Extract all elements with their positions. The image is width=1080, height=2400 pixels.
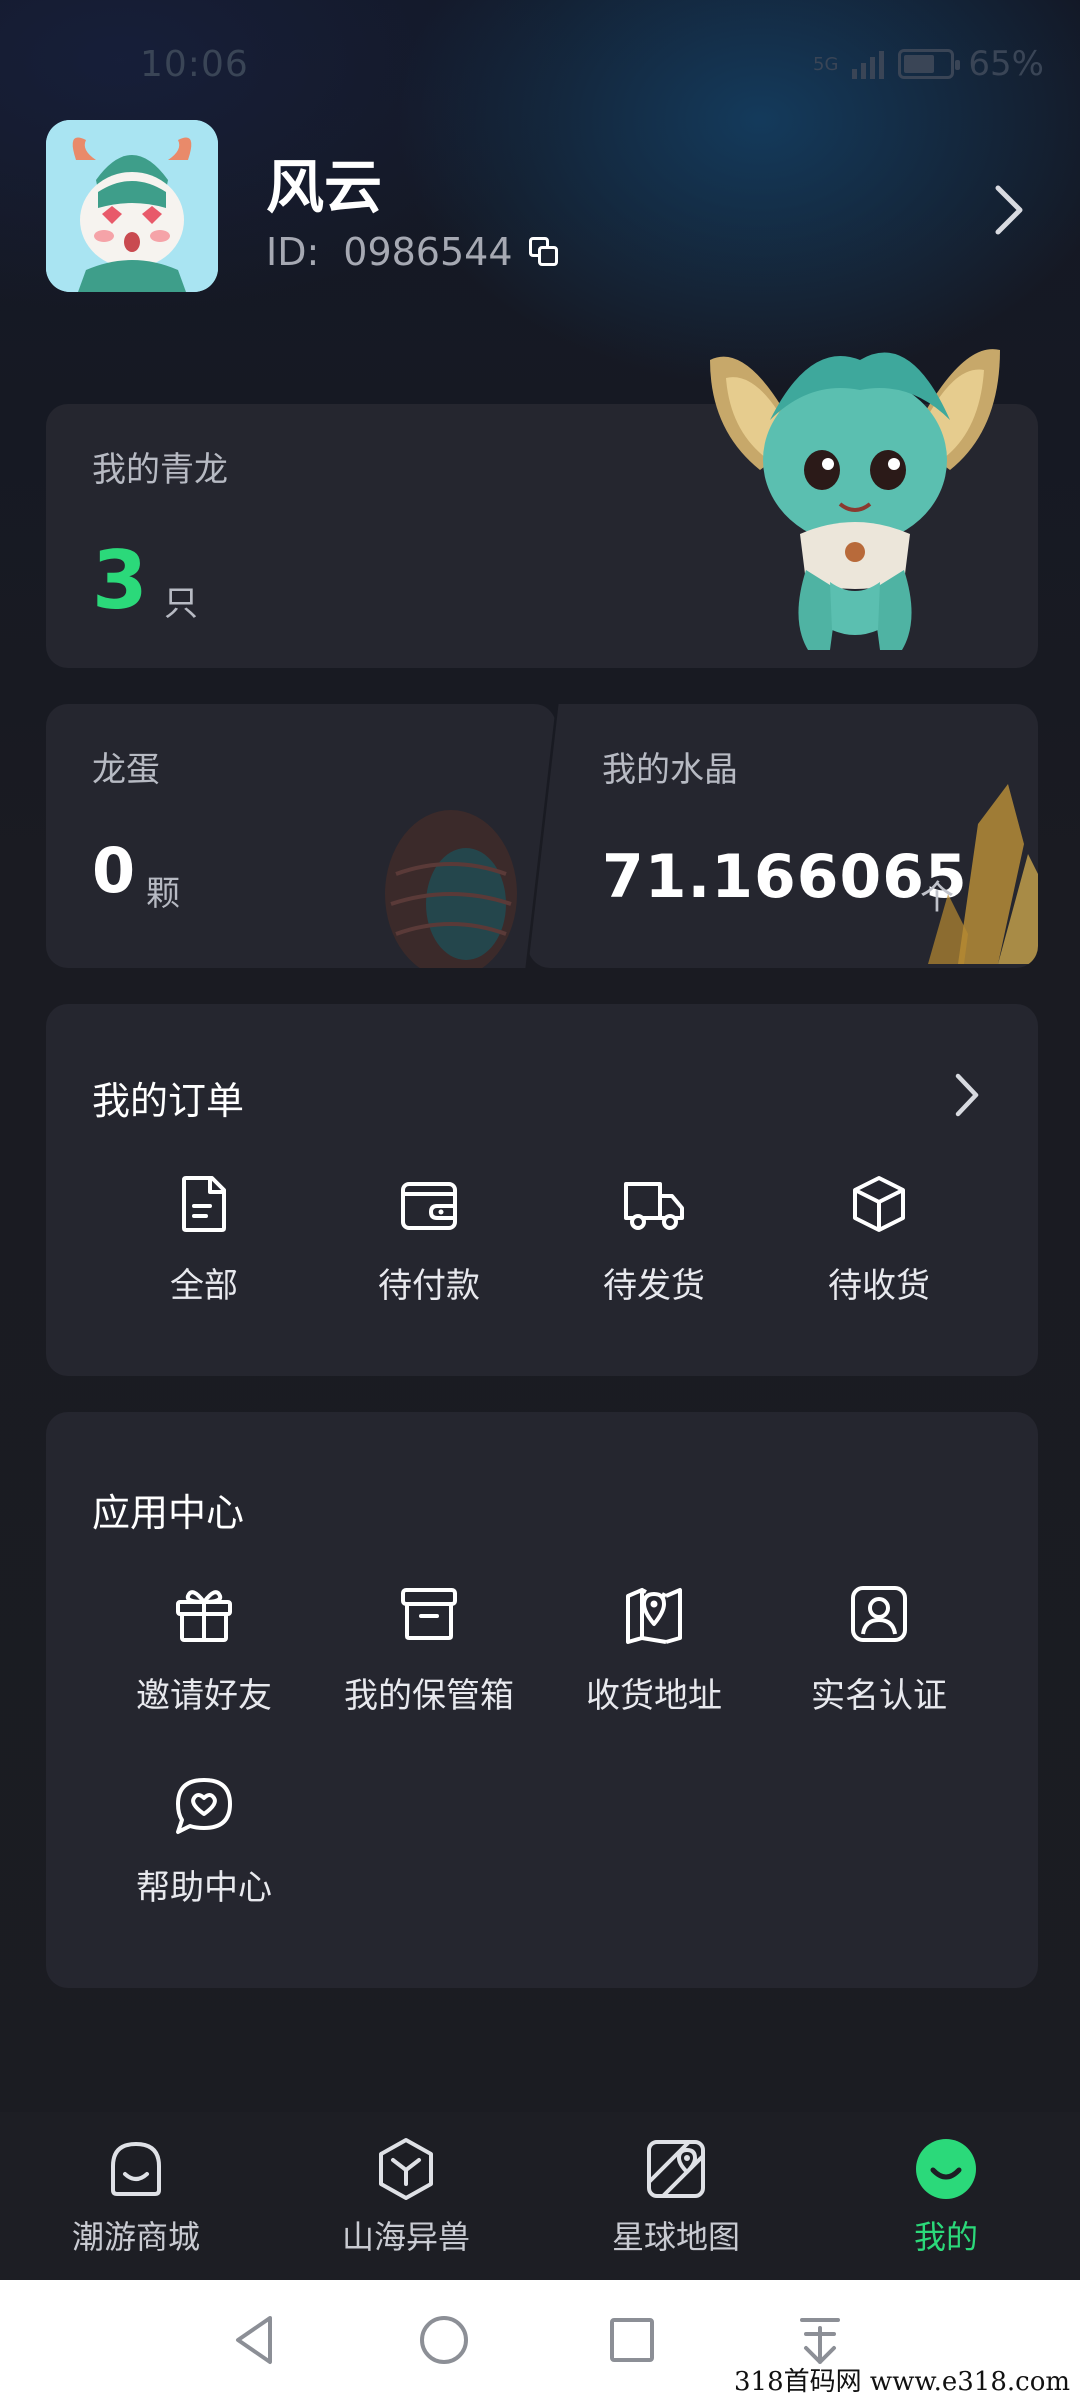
nav-beasts-label: 山海异兽 <box>341 2218 470 2256</box>
app-safe-box-label: 我的保管箱 <box>344 1676 514 1716</box>
nav-shop-label: 潮游商城 <box>71 2218 200 2256</box>
app-shipping-address[interactable]: 收货地址 <box>544 1582 764 1717</box>
watermark: 318首码网 www.e318.com <box>734 2367 1070 2397</box>
document-icon <box>182 1176 226 1232</box>
shop-bag-icon <box>111 2142 161 2196</box>
dragon-mascot-icon <box>710 349 1000 650</box>
app-invite-friends[interactable]: 邀请好友 <box>94 1582 314 1717</box>
user-id-value: 0986544 <box>343 230 513 274</box>
app-help-center[interactable]: 帮助中心 <box>94 1774 314 1909</box>
egg-count: 0 <box>92 834 136 907</box>
app-real-name-verification[interactable]: 实名认证 <box>769 1582 989 1717</box>
crystal-label: 我的水晶 <box>602 750 738 790</box>
dragon-avatar-icon <box>46 120 218 292</box>
egg-unit: 颗 <box>146 874 180 914</box>
gift-icon <box>176 1590 232 1642</box>
qinglong-unit: 只 <box>164 584 198 624</box>
box-icon <box>853 1176 905 1232</box>
app-center-title: 应用中心 <box>92 1491 245 1535</box>
egg-label: 龙蛋 <box>92 750 160 790</box>
username: 风云 <box>266 153 383 221</box>
back-icon[interactable] <box>224 2308 288 2372</box>
network-label: 5G <box>813 53 839 75</box>
chevron-right-icon[interactable] <box>990 180 1030 240</box>
signal-icon <box>852 49 885 79</box>
battery-percent: 65% <box>968 44 1044 84</box>
recents-icon[interactable] <box>600 2308 664 2372</box>
archive-icon <box>401 1588 457 1640</box>
order-pending-shipment-label: 待发货 <box>603 1266 705 1306</box>
crystal-card[interactable]: 我的水晶 71.166065 个 <box>528 704 1038 968</box>
nav-planet-map[interactable]: 星球地图 <box>556 2136 796 2258</box>
order-pending-receipt-label: 待收货 <box>828 1266 930 1306</box>
crystal-value: 71.166065 <box>602 842 968 912</box>
app-help-center-label: 帮助中心 <box>136 1868 272 1908</box>
chat-heart-icon <box>176 1778 232 1834</box>
cube-icon <box>379 2138 433 2200</box>
orders-card: 我的订单 全部 待付款 待发货 待收货 <box>46 1004 1038 1376</box>
wallet-icon <box>401 1182 457 1230</box>
home-icon[interactable] <box>412 2308 476 2372</box>
order-pending-receipt[interactable]: 待收货 <box>769 1172 989 1307</box>
user-id-label: ID: <box>266 230 320 274</box>
nav-mine[interactable]: 我的 <box>826 2136 1066 2258</box>
nav-beasts[interactable]: 山海异兽 <box>286 2136 526 2258</box>
crystal-icon <box>928 784 1038 964</box>
order-pending-shipment[interactable]: 待发货 <box>544 1172 764 1307</box>
nav-mine-label: 我的 <box>913 2218 978 2256</box>
avatar[interactable] <box>46 120 218 292</box>
app-center-card: 应用中心 邀请好友 我的保管箱 收货地址 实名认证 帮助中心 <box>46 1412 1038 1988</box>
order-all[interactable]: 全部 <box>94 1172 314 1307</box>
map-icon <box>647 2140 705 2198</box>
app-shipping-address-label: 收货地址 <box>586 1676 722 1716</box>
app-safe-box[interactable]: 我的保管箱 <box>319 1582 539 1717</box>
bottom-nav: 潮游商城 山海异兽 星球地图 我的 <box>0 2112 1080 2280</box>
status-indicators: 5G 65% <box>813 44 1044 84</box>
nav-planet-map-label: 星球地图 <box>611 2218 740 2256</box>
map-pin-icon <box>626 1588 682 1644</box>
app-invite-friends-label: 邀请好友 <box>136 1676 272 1716</box>
status-time: 10:06 <box>140 44 249 85</box>
egg-card[interactable]: 龙蛋 0 颗 <box>46 704 556 968</box>
nav-shop[interactable]: 潮游商城 <box>16 2136 256 2258</box>
app-real-name-verification-label: 实名认证 <box>811 1676 947 1716</box>
status-bar: 10:06 5G 65% <box>0 0 1080 130</box>
orders-chevron-icon[interactable] <box>950 1070 986 1120</box>
battery-icon <box>898 49 961 79</box>
order-all-label: 全部 <box>170 1266 238 1306</box>
truck-icon <box>624 1182 684 1230</box>
user-id: ID: 0986544 <box>266 230 559 274</box>
system-nav-bar: 318首码网 www.e318.com <box>0 2280 1080 2400</box>
copy-icon[interactable] <box>528 237 559 267</box>
user-badge-icon <box>851 1586 907 1642</box>
order-pending-payment-label: 待付款 <box>378 1266 480 1306</box>
qinglong-label: 我的青龙 <box>92 450 228 490</box>
qinglong-count: 3 <box>92 534 148 627</box>
smile-icon <box>916 2139 976 2199</box>
order-pending-payment[interactable]: 待付款 <box>319 1172 539 1307</box>
orders-title: 我的订单 <box>92 1079 245 1123</box>
dragon-egg-icon <box>385 810 517 968</box>
